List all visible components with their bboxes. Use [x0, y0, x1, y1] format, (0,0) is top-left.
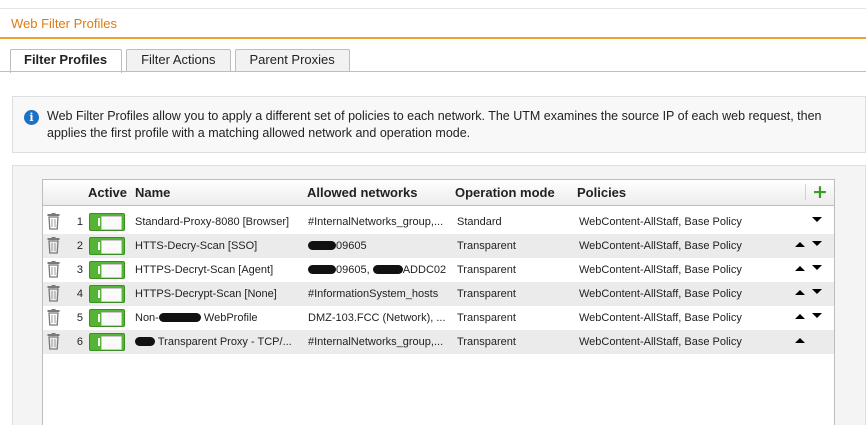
- column-header-policies[interactable]: Policies: [577, 185, 626, 200]
- info-icon: i: [24, 110, 39, 125]
- policies: WebContent-AllStaff, Base Policy: [579, 288, 742, 300]
- allowed-networks: #InternalNetworks_group,...: [308, 336, 444, 348]
- chevron-down-icon[interactable]: [810, 214, 824, 226]
- chevron-up-icon[interactable]: [793, 334, 807, 346]
- policies: WebContent-AllStaff, Base Policy: [579, 216, 742, 228]
- operation-mode: Standard: [457, 216, 502, 228]
- active-toggle[interactable]: [89, 237, 125, 255]
- column-header-name[interactable]: Name: [135, 185, 170, 200]
- chevron-down-icon[interactable]: [810, 238, 824, 250]
- tab-parent-proxies[interactable]: Parent Proxies: [234, 49, 350, 72]
- trash-icon[interactable]: [47, 333, 60, 350]
- chevron-up-icon[interactable]: [793, 238, 807, 250]
- row-number: 4: [76, 288, 83, 300]
- plus-icon[interactable]: +: [812, 181, 828, 203]
- row-number: 1: [76, 216, 83, 228]
- chevron-down-icon[interactable]: [810, 262, 824, 274]
- operation-mode: Transparent: [457, 336, 516, 348]
- chevron-down-icon[interactable]: [810, 286, 824, 298]
- row-number: 5: [76, 312, 83, 324]
- active-toggle[interactable]: [89, 261, 125, 279]
- redacted-text: [372, 265, 403, 274]
- column-header-operation-mode[interactable]: Operation mode: [455, 185, 555, 200]
- tab-filter-profiles[interactable]: Filter Profiles: [10, 49, 123, 73]
- allowed-networks: 09605: [308, 240, 451, 252]
- allowed-networks: DMZ-103.FCC (Network), ...: [308, 312, 446, 324]
- policies: WebContent-AllStaff, Base Policy: [579, 336, 742, 348]
- allowed-networks: #InformationSystem_hosts: [308, 288, 439, 300]
- column-header-allowed-networks[interactable]: Allowed networks: [307, 185, 418, 200]
- info-box: i Web Filter Profiles allow you to apply…: [12, 96, 866, 153]
- column-header-active[interactable]: Active: [88, 185, 127, 200]
- profiles-grid: Active Name Allowed networks Operation m…: [42, 179, 835, 425]
- chevron-up-icon[interactable]: [793, 310, 807, 322]
- trash-icon[interactable]: [47, 285, 60, 302]
- chevron-up-icon[interactable]: [793, 286, 807, 298]
- trash-icon[interactable]: [47, 261, 60, 278]
- tab-divider: [0, 71, 866, 72]
- active-toggle[interactable]: [89, 333, 125, 351]
- profile-name[interactable]: Transparent Proxy - TCP/...: [135, 336, 303, 348]
- trash-icon[interactable]: [47, 309, 60, 326]
- table-row: 4 HTTPS-Decrypt-Scan [None] #Information…: [43, 282, 834, 306]
- table-row: 5 Non- WebProfile DMZ-103.FCC (Network),…: [43, 306, 834, 330]
- tab-filter-actions[interactable]: Filter Actions: [126, 49, 231, 72]
- active-toggle[interactable]: [89, 309, 125, 327]
- header-separator: [805, 184, 806, 200]
- operation-mode: Transparent: [457, 312, 516, 324]
- policies: WebContent-AllStaff, Base Policy: [579, 312, 742, 324]
- allowed-networks-text: 09605,: [336, 264, 370, 276]
- profile-name[interactable]: Non- WebProfile: [135, 312, 303, 324]
- profile-name-text: WebProfile: [203, 312, 258, 324]
- redacted-text: [158, 313, 201, 322]
- grid-header: Active Name Allowed networks Operation m…: [43, 180, 834, 206]
- chevron-down-icon[interactable]: [810, 310, 824, 322]
- operation-mode: Transparent: [457, 240, 516, 252]
- table-row: 2 HTTS-Decry-Scan [SSO] 09605 Transparen…: [43, 234, 834, 258]
- profile-name[interactable]: Standard-Proxy-8080 [Browser]: [135, 216, 303, 228]
- table-row: 1 Standard-Proxy-8080 [Browser] #Interna…: [43, 210, 834, 234]
- info-text: Web Filter Profiles allow you to apply a…: [47, 109, 822, 140]
- row-number: 6: [76, 336, 83, 348]
- table-row: 6 Transparent Proxy - TCP/... #InternalN…: [43, 330, 834, 354]
- policies: WebContent-AllStaff, Base Policy: [579, 240, 742, 252]
- profile-name-text: Non-: [135, 312, 159, 324]
- row-number: 3: [76, 264, 83, 276]
- active-toggle[interactable]: [89, 213, 125, 231]
- allowed-networks-text: 09605: [336, 240, 367, 252]
- operation-mode: Transparent: [457, 264, 516, 276]
- operation-mode: Transparent: [457, 288, 516, 300]
- profile-name[interactable]: HTTS-Decry-Scan [SSO]: [135, 240, 303, 252]
- active-toggle[interactable]: [89, 285, 125, 303]
- profile-name[interactable]: HTTPS-Decryt-Scan [Agent]: [135, 264, 303, 276]
- tab-bar: Filter Profiles Filter Actions Parent Pr…: [10, 49, 354, 73]
- profile-name[interactable]: HTTPS-Decrypt-Scan [None]: [135, 288, 303, 300]
- redacted-text: [308, 241, 336, 250]
- allowed-networks: 09605, ADDC02: [308, 264, 451, 276]
- allowed-networks: #InternalNetworks_group,...: [308, 216, 444, 228]
- profile-name-text: Transparent Proxy - TCP/...: [157, 336, 292, 348]
- page-title: Web Filter Profiles: [0, 8, 866, 39]
- redacted-text: [308, 265, 336, 274]
- policies: WebContent-AllStaff, Base Policy: [579, 264, 742, 276]
- allowed-networks-text: ADDC02: [402, 264, 447, 276]
- redacted-text: [135, 337, 155, 346]
- chevron-up-icon[interactable]: [793, 262, 807, 274]
- table-row: 3 HTTPS-Decryt-Scan [Agent] 09605, ADDC0…: [43, 258, 834, 282]
- trash-icon[interactable]: [47, 213, 60, 230]
- row-number: 2: [76, 240, 83, 252]
- trash-icon[interactable]: [47, 237, 60, 254]
